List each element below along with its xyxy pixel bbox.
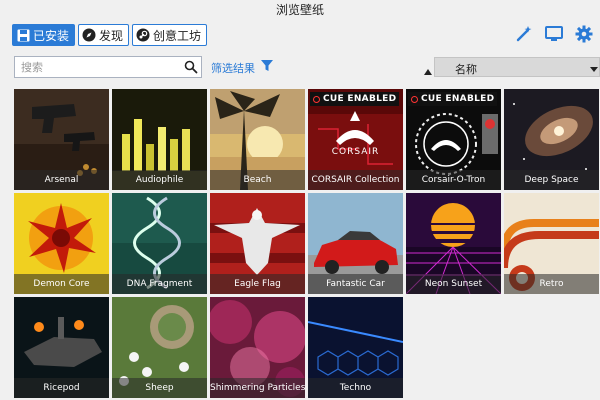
wallpaper-title: Eagle Flag: [210, 274, 305, 294]
wallpaper-title: Demon Core: [14, 274, 109, 294]
wallpaper-tile[interactable]: Audiophile: [112, 89, 207, 190]
wallpaper-title: Fantastic Car: [308, 274, 403, 294]
wallpaper-title: Retro: [504, 274, 599, 294]
sort-value: 名称: [455, 63, 477, 76]
chevron-down-icon: [589, 63, 599, 73]
wallpaper-title: Corsair-O-Tron: [406, 170, 501, 190]
wallpaper-title: Techno: [308, 378, 403, 398]
power-icon: [411, 95, 418, 103]
steam-icon: [136, 28, 150, 42]
search-input[interactable]: [15, 57, 181, 77]
toolbar: [504, 24, 594, 44]
power-icon: [313, 95, 320, 103]
tab-bar: 已安装 发现 创意工坊: [12, 24, 210, 46]
wallpaper-tile[interactable]: Neon Sunset: [406, 193, 501, 294]
tab-workshop-label: 创意工坊: [153, 28, 202, 43]
wallpaper-title: Neon Sunset: [406, 274, 501, 294]
tab-discover[interactable]: 发现: [78, 24, 130, 46]
wallpaper-grid: Arsenal Audiophile Beach CUE ENABLED COR…: [14, 89, 600, 400]
save-icon: [16, 28, 30, 42]
cue-enabled-text: CUE ENABLED: [421, 94, 495, 104]
wallpaper-tile[interactable]: Retro: [504, 193, 599, 294]
wallpaper-tile[interactable]: Shimmering Particles: [210, 297, 305, 398]
cue-enabled-badge: CUE ENABLED: [408, 92, 498, 106]
wallpaper-title: Audiophile: [112, 170, 207, 190]
wallpaper-tile[interactable]: Sheep: [112, 297, 207, 398]
cue-enabled-badge: CUE ENABLED: [310, 92, 400, 106]
wallpaper-tile[interactable]: CUE ENABLED CORSAIR CORSAIR Collection: [308, 89, 403, 190]
monitor-icon[interactable]: [544, 24, 564, 44]
tab-workshop[interactable]: 创意工坊: [132, 24, 208, 46]
wallpaper-tile[interactable]: Deep Space: [504, 89, 599, 190]
wand-icon[interactable]: [514, 24, 534, 44]
wallpaper-title: DNA Fragment: [112, 274, 207, 294]
wallpaper-title: CORSAIR Collection: [308, 170, 403, 190]
sort-dropdown[interactable]: 名称: [434, 57, 600, 77]
wallpaper-tile[interactable]: Ricepod: [14, 297, 109, 398]
gear-icon[interactable]: [574, 24, 594, 44]
wallpaper-tile[interactable]: Arsenal: [14, 89, 109, 190]
search-box: [14, 56, 202, 78]
wallpaper-tile[interactable]: Demon Core: [14, 193, 109, 294]
wallpaper-tile[interactable]: Fantastic Car: [308, 193, 403, 294]
window-title: 浏览壁纸: [0, 0, 600, 20]
tab-installed[interactable]: 已安装: [12, 24, 76, 46]
wallpaper-tile[interactable]: DNA Fragment: [112, 193, 207, 294]
wallpaper-title: Deep Space: [504, 170, 599, 190]
compass-icon: [82, 28, 96, 42]
search-icon[interactable]: [184, 60, 198, 74]
wallpaper-title: Beach: [210, 170, 305, 190]
tab-discover-label: 发现: [99, 28, 124, 43]
tab-installed-label: 已安装: [33, 28, 70, 43]
sort-ascending-icon[interactable]: [424, 64, 432, 75]
wallpaper-title: Arsenal: [14, 170, 109, 190]
wallpaper-tile[interactable]: Techno: [308, 297, 403, 398]
corsair-brand-text: CORSAIR: [331, 147, 380, 157]
wallpaper-tile[interactable]: CUE ENABLED Corsair-O-Tron: [406, 89, 501, 190]
wallpaper-tile[interactable]: Eagle Flag: [210, 193, 305, 294]
wallpaper-title: Ricepod: [14, 378, 109, 398]
wallpaper-tile[interactable]: Beach: [210, 89, 305, 190]
cue-enabled-text: CUE ENABLED: [323, 94, 397, 104]
filter-results-link[interactable]: 筛选结果: [211, 60, 255, 76]
wallpaper-title: Shimmering Particles: [210, 378, 305, 398]
funnel-icon[interactable]: [261, 59, 273, 73]
wallpaper-title: Sheep: [112, 378, 207, 398]
